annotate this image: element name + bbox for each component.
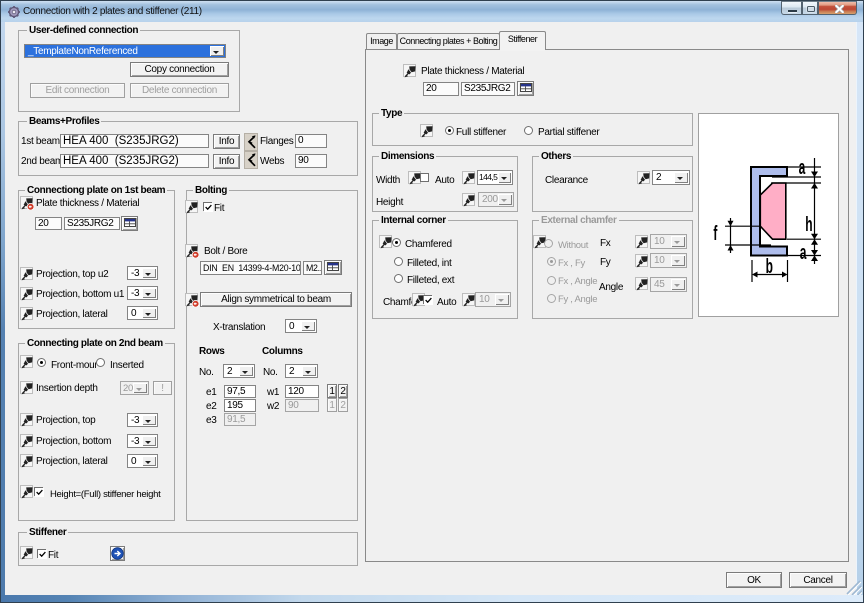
svg-text:b: b (766, 256, 773, 278)
svg-text:a: a (799, 157, 806, 179)
svg-text:h: h (805, 214, 812, 236)
svg-text:a: a (800, 242, 807, 264)
svg-text:f: f (713, 223, 717, 245)
